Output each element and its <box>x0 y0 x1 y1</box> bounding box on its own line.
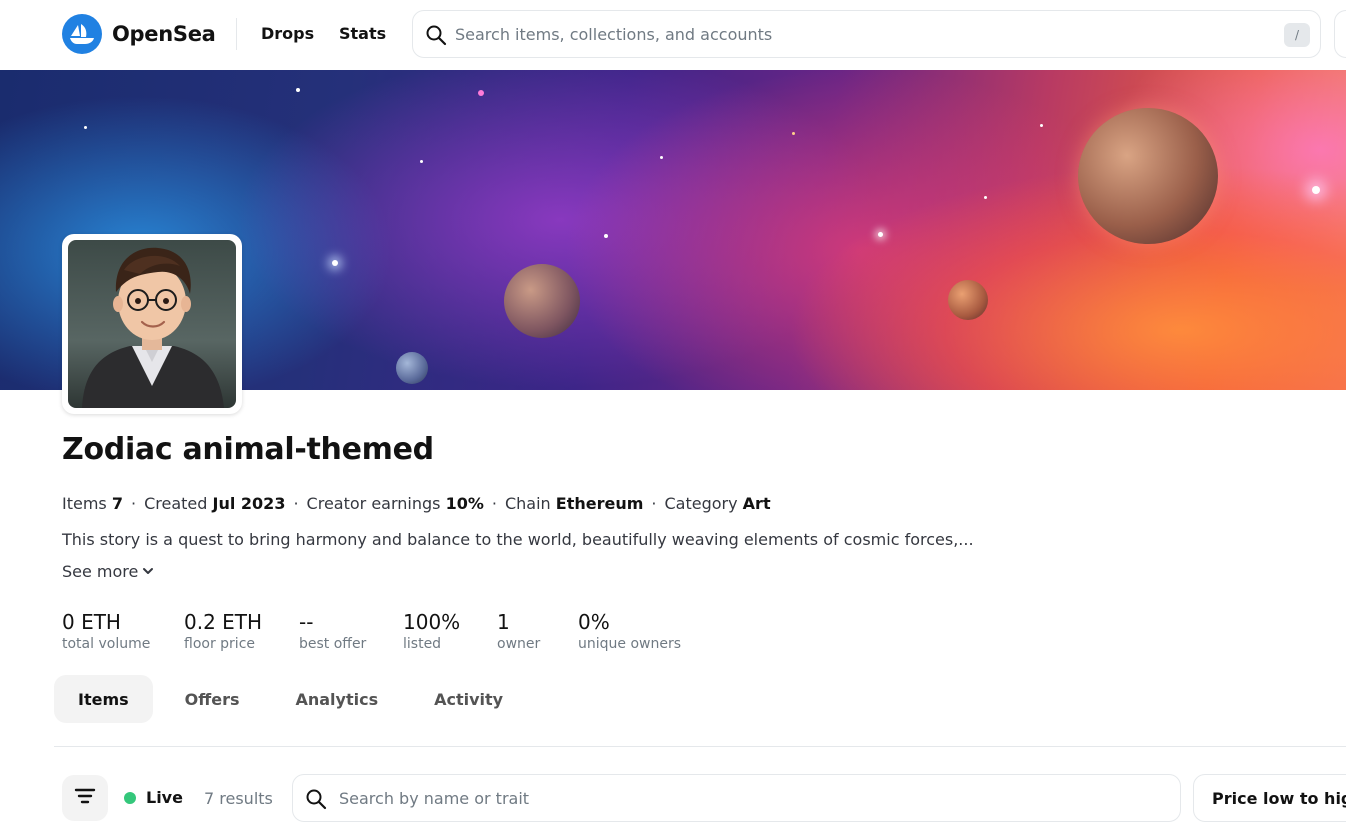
top-header: OpenSea Drops Stats Search items, collec… <box>0 0 1346 70</box>
collection-tabs: Items Offers Analytics Activity <box>54 675 535 723</box>
header-divider <box>236 18 237 50</box>
item-search-placeholder: Search by name or trait <box>339 789 530 808</box>
meta-earnings-label: Creator earnings <box>306 494 441 513</box>
stat-label: owner <box>497 636 541 652</box>
tab-items[interactable]: Items <box>54 675 153 723</box>
meta-category-value[interactable]: Art <box>743 494 771 513</box>
collection-title: Zodiac animal-themed <box>62 432 434 467</box>
stat-value: 0 ETH <box>62 610 121 634</box>
opensea-boat-icon <box>62 14 102 54</box>
global-search-input[interactable]: Search items, collections, and accounts … <box>412 10 1321 58</box>
tab-activity[interactable]: Activity <box>410 675 527 723</box>
live-status: Live <box>124 788 183 807</box>
stat-label: unique owners <box>578 636 682 652</box>
stat-value: 0.2 ETH <box>184 610 263 634</box>
tab-analytics[interactable]: Analytics <box>271 675 402 723</box>
stat-unique-owners: 0% unique owners <box>578 610 681 652</box>
meta-earnings-value[interactable]: 10% <box>446 494 484 513</box>
stat-label: best offer <box>299 636 367 652</box>
meta-separator: · <box>651 494 657 513</box>
collection-meta: Items 7 · Created Jul 2023 · Creator ear… <box>62 494 771 513</box>
see-more-button[interactable]: See more <box>62 562 154 581</box>
search-icon <box>305 788 327 814</box>
search-icon <box>425 24 447 50</box>
sort-label: Price low to high <box>1212 788 1346 808</box>
filter-icon <box>74 787 96 809</box>
sort-dropdown[interactable]: Price low to high <box>1193 774 1346 822</box>
meta-separator: · <box>131 494 137 513</box>
item-search-input[interactable]: Search by name or trait <box>292 774 1181 822</box>
filter-toggle-button[interactable] <box>62 775 108 821</box>
live-indicator-dot <box>124 791 136 804</box>
meta-items-label: Items <box>62 494 107 513</box>
stat-total-volume: 0 ETH total volume <box>62 610 150 652</box>
stat-floor-price: 0.2 ETH floor price <box>184 610 262 652</box>
stat-label: listed <box>403 636 442 652</box>
avatar-image <box>68 240 236 408</box>
stat-owners: 1 owner <box>497 610 540 652</box>
live-label: Live <box>146 788 183 807</box>
opensea-logo[interactable]: OpenSea <box>62 14 216 54</box>
stat-value: 1 <box>497 610 510 634</box>
meta-separator: · <box>293 494 299 513</box>
chevron-down-icon <box>142 562 154 581</box>
see-more-label: See more <box>62 562 139 581</box>
brand-name: OpenSea <box>112 22 216 46</box>
meta-created-label: Created <box>144 494 208 513</box>
tabs-divider <box>54 746 1346 747</box>
meta-category-label: Category <box>664 494 738 513</box>
meta-items-value: 7 <box>111 494 123 513</box>
meta-separator: · <box>491 494 497 513</box>
stat-best-offer: -- best offer <box>299 610 366 652</box>
search-shortcut-badge: / <box>1284 23 1310 47</box>
meta-chain-label: Chain <box>504 494 551 513</box>
results-count: 7 results <box>204 789 273 808</box>
nav-drops[interactable]: Drops <box>261 24 314 43</box>
stat-label: total volume <box>62 636 151 652</box>
stat-label: floor price <box>184 636 255 652</box>
global-search-placeholder: Search items, collections, and accounts <box>455 25 773 44</box>
meta-created-value: Jul 2023 <box>212 494 286 513</box>
meta-chain-value: Ethereum <box>555 494 644 513</box>
collection-avatar <box>62 234 242 414</box>
stat-listed: 100% listed <box>403 610 460 652</box>
stat-value: -- <box>299 610 314 634</box>
collection-description: This story is a quest to bring harmony a… <box>62 530 974 549</box>
tab-offers[interactable]: Offers <box>161 675 264 723</box>
nav-stats[interactable]: Stats <box>339 24 386 43</box>
stat-value: 100% <box>403 610 461 634</box>
stat-value: 0% <box>578 610 610 634</box>
header-account-button[interactable] <box>1334 10 1346 58</box>
